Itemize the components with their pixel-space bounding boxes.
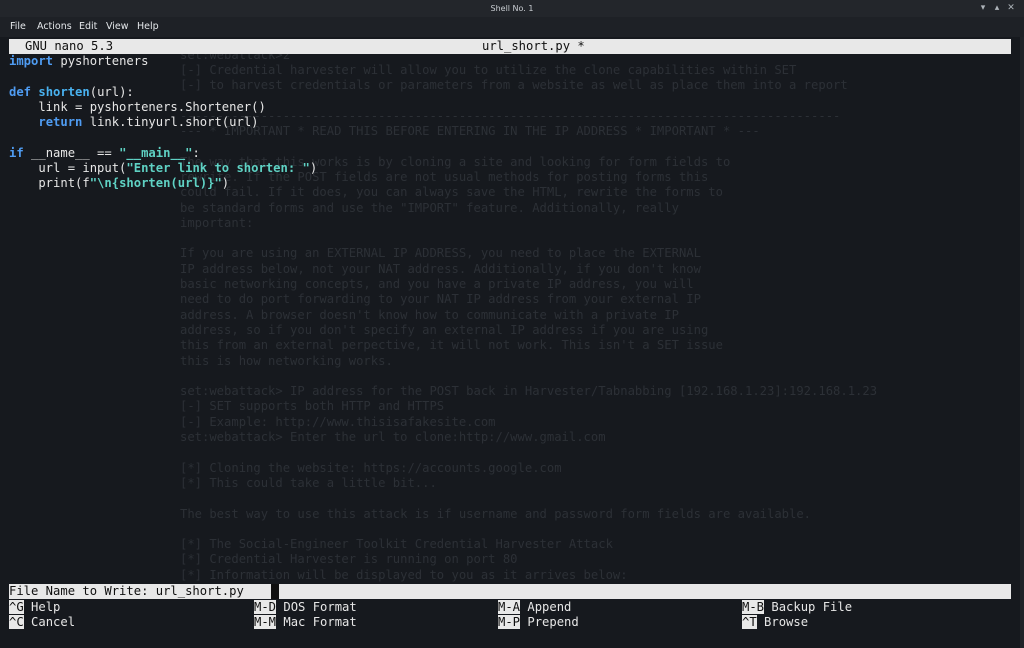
terminal-area[interactable]: 99) Return to Webattack Menu set:webatta… [0, 37, 1024, 648]
menu-file[interactable]: File [10, 21, 26, 32]
background-line: set:webattack> IP address for the POST b… [180, 384, 878, 399]
shortcut-browse[interactable]: ^T Browse [742, 615, 808, 630]
background-line: important: [180, 215, 254, 230]
filename-prompt-text[interactable]: File Name to Write: url_short.py [9, 584, 244, 599]
background-line [180, 445, 877, 460]
background-line [180, 522, 877, 537]
background-line: this is how networking works. [180, 353, 393, 368]
background-line: [*] Cloning the website: https://account… [180, 460, 562, 475]
nano-version: GNU nano 5.3 [25, 39, 114, 53]
code-line: link = pyshorteners.Shortener() [9, 99, 266, 114]
background-line: set:webattack> Enter the url to clone:ht… [180, 430, 606, 445]
background-line: [-] SET supports both HTTP and HTTPS [180, 399, 445, 414]
shortcut-mac-format[interactable]: M-M Mac Format [254, 615, 357, 630]
background-line: [*] Credential Harvester is running on p… [180, 552, 518, 567]
background-line [180, 231, 877, 246]
code-line: def shorten(url): [9, 84, 134, 99]
minimize-icon[interactable]: ▾ [978, 3, 988, 13]
code-editor[interactable]: import pyshorteners def shorten(url): li… [9, 54, 317, 192]
code-line: return link.tinyurl.short(url) [38, 115, 259, 130]
background-line: [*] The Social-Engineer Toolkit Credenti… [180, 537, 613, 552]
nano-header: GNU nano 5.3 url_short.py * [9, 39, 1011, 54]
window-title: Shell No. 1 [490, 4, 534, 13]
shortcut-append[interactable]: M-A Append [498, 600, 571, 615]
filename-prompt[interactable]: File Name to Write: url_short.py [9, 584, 1011, 599]
menu-actions[interactable]: Actions [37, 21, 72, 32]
background-line: address. A browser doesn't know how to c… [180, 307, 679, 322]
background-line: IP address below, not your NAT address. … [180, 261, 701, 276]
window-titlebar: Shell No. 1 ▾ ▴ ✕ [0, 0, 1024, 17]
code-line: if __name__ == "__main__": [9, 145, 200, 160]
code-line: print(f"\n{shorten(url)}") [9, 176, 230, 191]
maximize-icon[interactable]: ▴ [992, 3, 1002, 13]
menu-help[interactable]: Help [137, 21, 159, 32]
menu-edit[interactable]: Edit [79, 21, 97, 32]
background-line: address, so if you don't specify an exte… [180, 322, 709, 337]
close-icon[interactable]: ✕ [1006, 3, 1016, 13]
background-line: [*] Information will be displayed to you… [180, 567, 628, 582]
background-line [180, 491, 877, 506]
menu-bar: File Actions Edit View Help [0, 17, 1024, 37]
background-line: need to do port forwarding to your NAT I… [180, 292, 701, 307]
terminal-scrollbar[interactable] [1020, 37, 1024, 648]
background-line [180, 369, 877, 384]
code-line: url = input("Enter link to shorten: ") [9, 161, 318, 176]
background-line: [-] Example: http://www.thisisafakesite.… [180, 414, 496, 429]
nano-filename: url_short.py * [482, 39, 585, 53]
background-line: this from an external perpective, it wil… [180, 338, 723, 353]
shortcut-cancel[interactable]: ^C Cancel [9, 615, 75, 630]
background-line: be standard forms and use the "IMPORT" f… [180, 200, 679, 215]
background-line: [*] This could take a little bit... [180, 475, 437, 490]
shortcut-backup-file[interactable]: M-B Backup File [742, 600, 852, 615]
menu-view[interactable]: View [106, 21, 129, 32]
background-line: basic networking concepts, and you have … [180, 277, 694, 292]
background-line: If you are using an EXTERNAL IP ADDRESS,… [180, 246, 701, 261]
shortcut-dos-format[interactable]: M-D DOS Format [254, 600, 357, 615]
code-line: import pyshorteners [9, 54, 149, 68]
shortcut-prepend[interactable]: M-P Prepend [498, 615, 579, 630]
text-cursor [271, 584, 279, 599]
background-line: The best way to use this attack is if us… [180, 506, 812, 521]
shortcut-help[interactable]: ^G Help [9, 600, 60, 615]
